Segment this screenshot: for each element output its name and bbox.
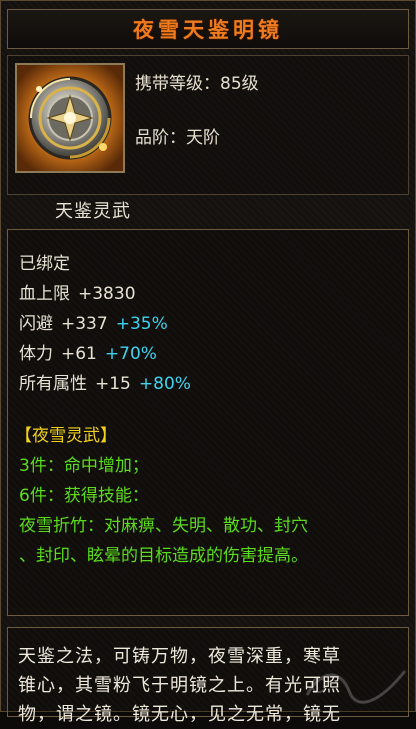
- watermark-icon: [305, 670, 407, 704]
- item-title: 夜雪天鉴明镜: [133, 18, 283, 42]
- carry-level: 携带等级：85级: [135, 74, 259, 94]
- stat-row: 闪避 +337 +35%: [19, 309, 168, 334]
- watermark-logo: [301, 661, 411, 707]
- ornate-mirror-icon: [17, 65, 123, 171]
- stat-percent: +35%: [115, 314, 168, 334]
- stat-name: 血上限: [19, 284, 70, 304]
- stat-row: 体力 +61 +70%: [19, 339, 157, 364]
- stat-value: +3830: [78, 284, 136, 304]
- item-sub-name: 天鉴灵武: [55, 201, 131, 222]
- set-skill-line-2: 、封印、眩晕的目标造成的伤害提高。: [19, 546, 308, 566]
- stat-name: 所有属性: [19, 374, 87, 394]
- stat-value: +61: [61, 344, 97, 364]
- stat-percent: +80%: [138, 374, 191, 394]
- stat-value: +15: [95, 374, 131, 394]
- stat-row: 所有属性 +15 +80%: [19, 369, 191, 394]
- item-icon-slot[interactable]: [15, 63, 125, 173]
- item-tooltip: 夜雪天鉴明镜 携带等级：85级 品阶：天阶 天鉴灵武 已绑定 血上限 +3830…: [0, 0, 416, 725]
- set-bonus-6: 6件：获得技能：: [19, 486, 149, 506]
- title-bar: 夜雪天鉴明镜: [7, 9, 409, 49]
- stat-row: 血上限 +3830: [19, 279, 136, 304]
- set-header: 【夜雪灵武】: [15, 426, 117, 446]
- bound-status: 已绑定: [19, 254, 70, 274]
- item-grade: 品阶：天阶: [135, 128, 220, 148]
- stat-name: 闪避: [19, 314, 53, 334]
- stat-percent: +70%: [104, 344, 157, 364]
- set-skill-line-1: 夜雪折竹：对麻痹、失明、散功、封穴: [19, 516, 308, 536]
- set-bonus-3: 3件：命中增加；: [19, 456, 149, 476]
- stat-name: 体力: [19, 344, 53, 364]
- stat-value: +337: [61, 314, 108, 334]
